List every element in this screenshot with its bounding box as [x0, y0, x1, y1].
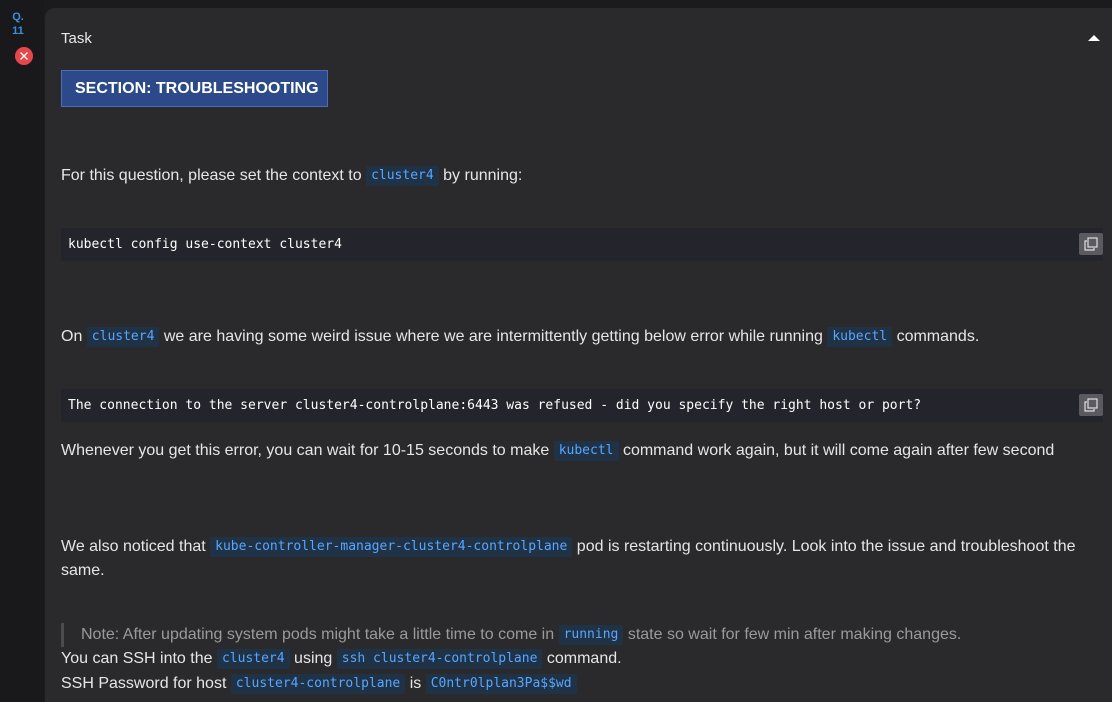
inline-code: cluster4 [216, 649, 290, 669]
inline-code: ssh cluster4-controlplane [336, 649, 543, 669]
section-badge: SECTION: TROUBLESHOOTING [61, 70, 328, 107]
note-blockquote: Note: After updating system pods might t… [61, 623, 1101, 647]
text: command. [546, 650, 622, 667]
inline-code: cluster4 [86, 327, 160, 347]
question-number: 11 [12, 25, 24, 37]
text: command work again, but it will come aga… [622, 442, 1055, 459]
question-prefix: Q. [12, 11, 24, 23]
code-block-use-context: kubectl config use-context cluster4 [61, 228, 1103, 261]
inline-code: kubectl [553, 441, 619, 461]
inline-code: C0ntr0lplan3Pa$$wd [425, 674, 577, 694]
x-circle-icon[interactable] [15, 47, 33, 65]
copy-icon[interactable] [1079, 233, 1103, 255]
text: state so wait for few min after making c… [627, 626, 962, 643]
ssh-instruction: You can SSH into the cluster4 using ssh … [61, 647, 1091, 671]
text: SSH Password for host [61, 675, 227, 692]
text: is [409, 675, 422, 692]
text: Whenever you get this error, you can wai… [61, 442, 550, 459]
panel-header: Task [61, 30, 92, 47]
issue-description: On cluster4 we are having some weird iss… [61, 325, 1091, 349]
text: commands. [896, 328, 980, 345]
pod-restart-description: We also noticed that kube-controller-man… [61, 535, 1091, 583]
task-panel: Task SECTION: TROUBLESHOOTING For this q… [45, 8, 1112, 702]
inline-code: kubectl [827, 327, 893, 347]
copy-icon[interactable] [1079, 394, 1103, 416]
text: We also noticed that [61, 538, 206, 555]
question-rail: Q. 11 [0, 0, 44, 702]
text: On [61, 328, 83, 345]
inline-code: kube-controller-manager-cluster4-control… [210, 537, 573, 557]
text: we are having some weird issue where we … [163, 328, 823, 345]
text: by running: [443, 167, 523, 184]
inline-code: cluster4-controlplane [230, 674, 406, 694]
code-text[interactable]: kubectl config use-context cluster4 [68, 237, 342, 252]
ssh-password: SSH Password for host cluster4-controlpl… [61, 672, 1091, 696]
inline-code: running [558, 625, 624, 645]
code-block-error: The connection to the server cluster4-co… [61, 389, 1103, 422]
wait-description: Whenever you get this error, you can wai… [61, 439, 1091, 463]
text: For this question, please set the contex… [61, 167, 362, 184]
text: Note: After updating system pods might t… [81, 626, 555, 643]
text: using [294, 650, 333, 667]
text: You can SSH into the [61, 650, 213, 667]
chevron-up-icon[interactable] [1086, 30, 1102, 46]
context-instruction: For this question, please set the contex… [61, 164, 1091, 188]
question-label[interactable]: Q. 11 [6, 10, 30, 38]
code-text[interactable]: The connection to the server cluster4-co… [68, 398, 921, 413]
inline-code: cluster4 [366, 166, 439, 186]
